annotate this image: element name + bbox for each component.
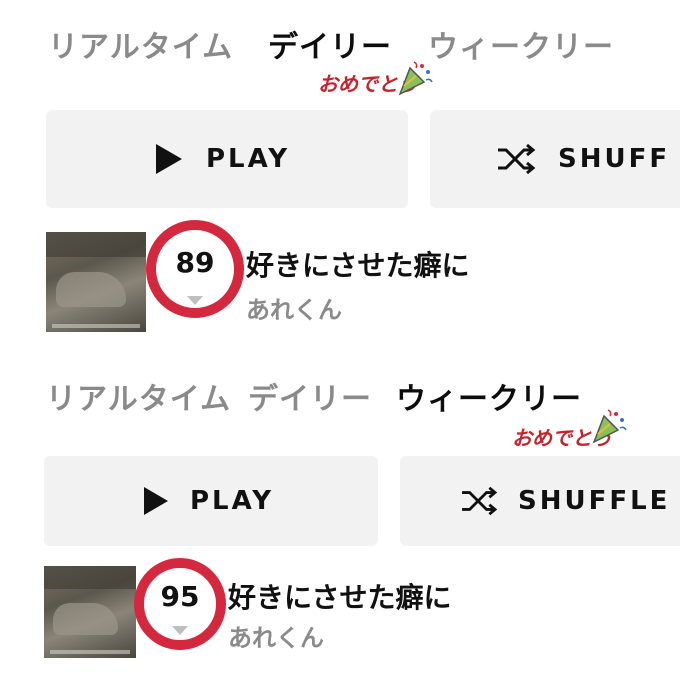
song-title[interactable]: 好きにさせた癖に xyxy=(246,244,469,284)
shuffle-label: SHUFFLE xyxy=(518,486,671,516)
party-popper-icon xyxy=(592,409,627,444)
tab-realtime[interactable]: リアルタイム xyxy=(48,22,233,66)
rank-down-icon xyxy=(187,296,203,305)
shuffle-icon xyxy=(462,486,498,516)
ranking-panel-weekly: リアルタイム デイリー ウィークリー おめでとう PLAY SHUFFLE 95… xyxy=(0,340,680,680)
shuffle-label: SHUFF xyxy=(558,144,671,174)
song-title[interactable]: 好きにさせた癖に xyxy=(228,576,451,616)
rank-down-icon xyxy=(172,626,188,635)
party-popper-icon xyxy=(398,61,433,96)
play-label: PLAY xyxy=(206,144,291,174)
tab-realtime[interactable]: リアルタイム xyxy=(46,374,231,418)
track-thumbnail[interactable] xyxy=(46,232,146,332)
play-icon xyxy=(156,144,182,174)
tab-weekly[interactable]: ウィークリー xyxy=(396,374,582,418)
artist-name[interactable]: あれくん xyxy=(246,290,342,325)
shuffle-button[interactable]: SHUFF xyxy=(430,110,680,208)
shuffle-icon xyxy=(498,143,536,175)
rank-number: 95 xyxy=(160,580,200,613)
play-label: PLAY xyxy=(190,486,275,516)
play-button[interactable]: PLAY xyxy=(44,456,378,546)
shuffle-button[interactable]: SHUFFLE xyxy=(400,456,680,546)
tab-daily[interactable]: デイリー xyxy=(248,374,372,418)
tab-weekly[interactable]: ウィークリー xyxy=(428,22,614,66)
tab-daily[interactable]: デイリー xyxy=(268,22,392,66)
rank-number: 89 xyxy=(175,246,215,279)
ranking-panel-daily: リアルタイム デイリー ウィークリー おめでとう PLAY SHUFF 89 好… xyxy=(0,0,680,340)
artist-name[interactable]: あれくん xyxy=(228,618,324,653)
track-thumbnail[interactable] xyxy=(44,566,136,658)
play-button[interactable]: PLAY xyxy=(46,110,408,208)
play-icon xyxy=(144,487,168,515)
